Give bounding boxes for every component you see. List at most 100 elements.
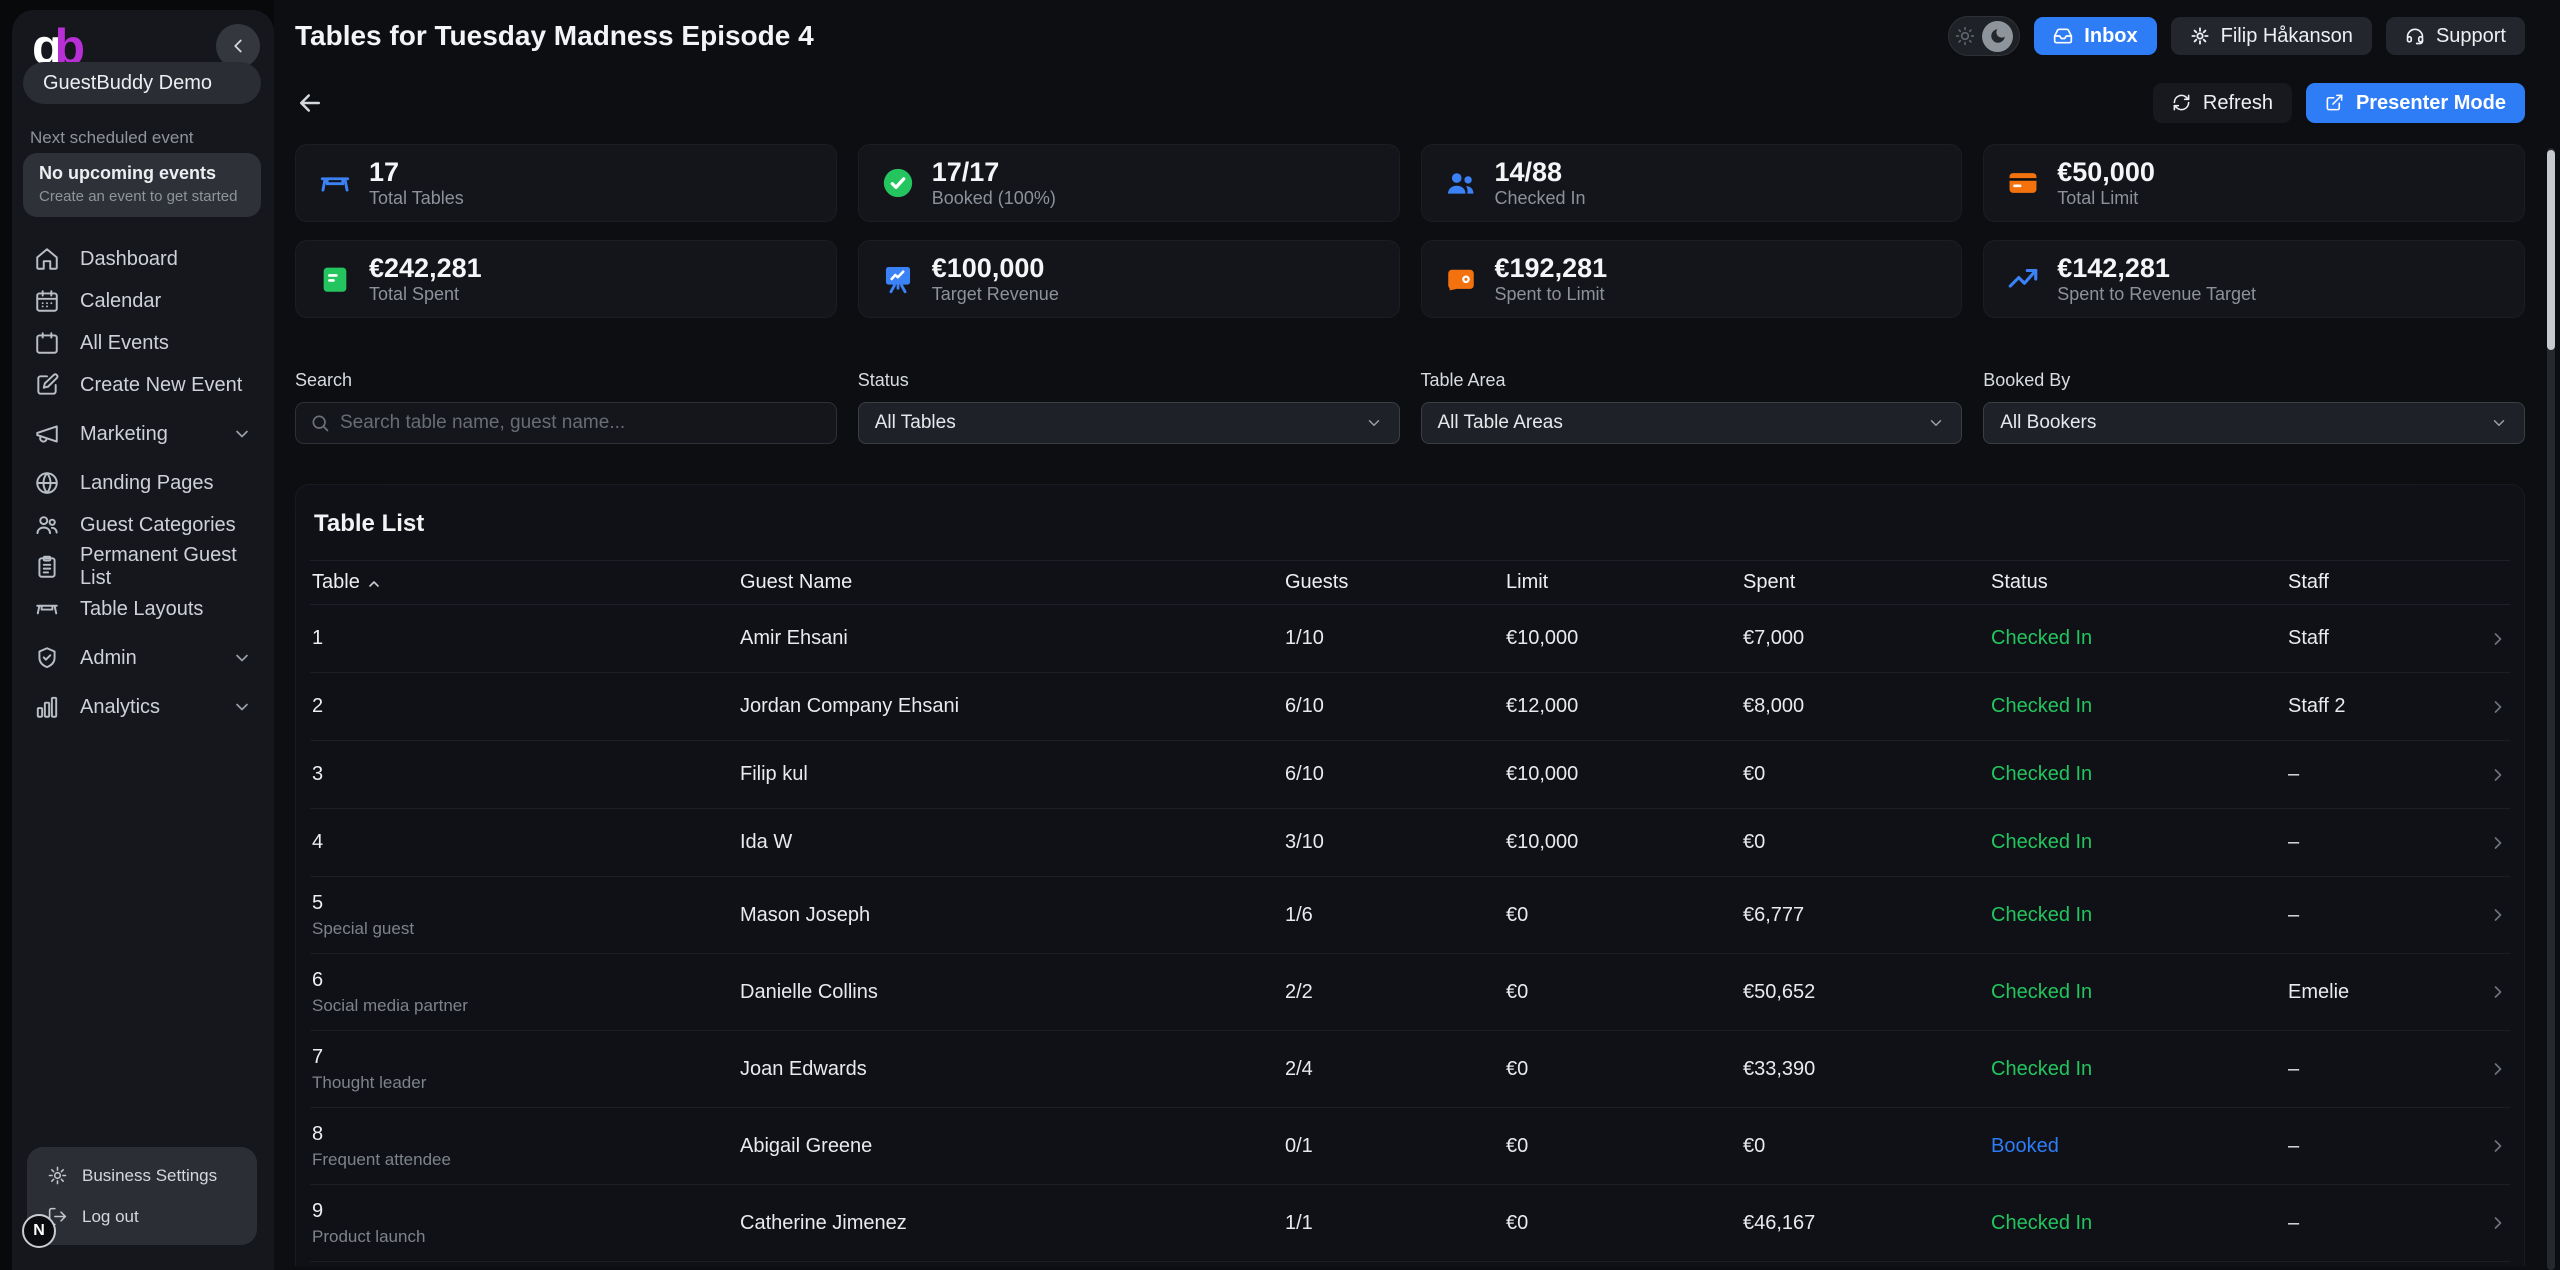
filters-bar: Search Status All Tables Table Area All …: [295, 370, 2525, 444]
sidebar-item-table-layouts[interactable]: Table Layouts: [12, 588, 274, 630]
chevron-right-icon: [2463, 1059, 2508, 1079]
header-actions: Inbox Filip Håkanson Support: [1948, 16, 2525, 56]
stat-value: 14/88: [1495, 159, 1586, 186]
calendar-icon: [34, 330, 60, 356]
table-row[interactable]: 7Thought leader Joan Edwards 2/4 €0 €33,…: [310, 1031, 2510, 1108]
stat-card-checked-in: 14/88 Checked In: [1421, 144, 1963, 222]
chevron-right-icon: [2463, 833, 2508, 853]
table-area-label: Table Area: [1421, 370, 1963, 391]
filter-booked-by: Booked By All Bookers: [1983, 370, 2525, 444]
sidebar: g b GUESTBUDDY GuestBuddy Demo Next sche…: [0, 0, 274, 1270]
sidebar-item-permanent-guest-list[interactable]: Permanent Guest List: [12, 546, 274, 588]
booked-by-select[interactable]: All Bookers: [1983, 402, 2525, 444]
edit-icon: [34, 372, 60, 398]
search-box: [295, 402, 837, 444]
presentation-chart-icon: [881, 262, 915, 296]
table-row[interactable]: 4 Ida W 3/10 €10,000 €0 Checked In –: [310, 809, 2510, 877]
sidebar-item-guest-categories[interactable]: Guest Categories: [12, 504, 274, 546]
filter-table-area: Table Area All Table Areas: [1421, 370, 1963, 444]
status-badge: Checked In: [1991, 1058, 2092, 1080]
sidebar-item-create-new-event[interactable]: Create New Event: [12, 364, 274, 406]
clipboard-icon: [34, 554, 60, 580]
table-row[interactable]: 6Social media partner Danielle Collins 2…: [310, 954, 2510, 1031]
globe-icon: [34, 470, 60, 496]
table-row[interactable]: 5Special guest Mason Joseph 1/6 €0 €6,77…: [310, 877, 2510, 954]
chevron-down-icon: [1927, 414, 1945, 432]
check-circle-icon: [881, 166, 915, 200]
stat-value: €100,000: [932, 255, 1059, 282]
column-header-guest-name[interactable]: Guest Name: [740, 571, 1285, 594]
stat-value: €242,281: [369, 255, 482, 282]
app-root: g b GUESTBUDDY GuestBuddy Demo Next sche…: [0, 0, 2560, 1270]
column-header-limit[interactable]: Limit: [1506, 571, 1743, 594]
workspace-selector[interactable]: GuestBuddy Demo: [23, 62, 261, 104]
table-row[interactable]: 9Product launch Catherine Jimenez 1/1 €0…: [310, 1185, 2510, 1262]
chevron-down-icon: [2490, 414, 2508, 432]
status-badge: Checked In: [1991, 627, 2092, 649]
column-header-table[interactable]: Table: [312, 571, 740, 594]
home-icon: [34, 246, 60, 272]
sort-asc-icon: [366, 575, 382, 591]
stat-label: Target Revenue: [932, 285, 1059, 303]
business-settings-button[interactable]: Business Settings: [27, 1155, 257, 1196]
status-label: Status: [858, 370, 1400, 391]
status-badge: Booked: [1991, 1135, 2059, 1157]
stat-value: 17/17: [932, 159, 1056, 186]
table-row[interactable]: 8Frequent attendee Abigail Greene 0/1 €0…: [310, 1108, 2510, 1185]
table-row[interactable]: 1 Amir Ehsani 1/10 €10,000 €7,000 Checke…: [310, 605, 2510, 673]
support-button[interactable]: Support: [2386, 17, 2525, 55]
table-row[interactable]: 2 Jordan Company Ehsani 6/10 €12,000 €8,…: [310, 673, 2510, 741]
table-row[interactable]: 3 Filip kul 6/10 €10,000 €0 Checked In –: [310, 741, 2510, 809]
gear-icon: [2190, 26, 2210, 46]
search-label: Search: [295, 370, 837, 391]
theme-toggle[interactable]: [1948, 16, 2020, 56]
users-icon: [34, 512, 60, 538]
stat-card-spent-to-limit: €192,281 Spent to Limit: [1421, 240, 1963, 318]
sidebar-item-all-events[interactable]: All Events: [12, 322, 274, 364]
sidebar-item-marketing[interactable]: Marketing: [12, 413, 274, 455]
sidebar-item-calendar[interactable]: Calendar: [12, 280, 274, 322]
sun-icon: [1955, 26, 1975, 46]
user-settings-button[interactable]: Filip Håkanson: [2171, 17, 2372, 55]
external-link-icon: [2325, 93, 2345, 113]
toggle-knob: [1982, 21, 2013, 52]
stat-label: Total Tables: [369, 189, 464, 207]
back-button[interactable]: [295, 86, 329, 120]
status-badge: Checked In: [1991, 981, 2092, 1003]
sidebar-item-admin[interactable]: Admin: [12, 637, 274, 679]
trending-up-icon: [2006, 262, 2040, 296]
sidebar-footer-card: Business Settings Log out: [27, 1147, 257, 1245]
chevron-right-icon: [2463, 982, 2508, 1002]
no-upcoming-events-card[interactable]: No upcoming events Create an event to ge…: [23, 153, 261, 217]
inbox-button[interactable]: Inbox: [2034, 17, 2156, 55]
avatar[interactable]: N: [22, 1214, 56, 1248]
chevron-right-icon: [2463, 765, 2508, 785]
presenter-mode-button[interactable]: Presenter Mode: [2306, 83, 2525, 123]
booked-by-label: Booked By: [1983, 370, 2525, 391]
stat-card-target-revenue: €100,000 Target Revenue: [858, 240, 1400, 318]
search-input[interactable]: [340, 412, 822, 434]
credit-card-icon: [2006, 166, 2040, 200]
stat-label: Total Spent: [369, 285, 482, 303]
stat-label: Spent to Revenue Target: [2057, 285, 2256, 303]
sidebar-item-analytics[interactable]: Analytics: [12, 686, 274, 728]
stat-card-total-spent: €242,281 Total Spent: [295, 240, 837, 318]
table-area-select[interactable]: All Table Areas: [1421, 402, 1963, 444]
column-header-spent[interactable]: Spent: [1743, 571, 1991, 594]
column-header-guests[interactable]: Guests: [1285, 571, 1506, 594]
scrollbar-thumb[interactable]: [2547, 150, 2555, 350]
sidebar-item-dashboard[interactable]: Dashboard: [12, 238, 274, 280]
refresh-icon: [2172, 93, 2192, 113]
toolbar-actions: Refresh Presenter Mode: [2153, 83, 2525, 123]
stat-card-spent-to-revenue-target: €142,281 Spent to Revenue Target: [1983, 240, 2525, 318]
wallet-icon: [1444, 262, 1478, 296]
no-events-title: No upcoming events: [39, 163, 245, 184]
status-select[interactable]: All Tables: [858, 402, 1400, 444]
logout-button[interactable]: Log out: [27, 1196, 257, 1237]
refresh-button[interactable]: Refresh: [2153, 83, 2292, 123]
sidebar-item-landing-pages[interactable]: Landing Pages: [12, 462, 274, 504]
column-header-status[interactable]: Status: [1991, 571, 2288, 594]
chevron-down-icon: [232, 648, 252, 668]
column-header-staff[interactable]: Staff: [2288, 571, 2463, 594]
table-list-card: Table List Table Guest Name Guests Limit…: [295, 484, 2525, 1266]
